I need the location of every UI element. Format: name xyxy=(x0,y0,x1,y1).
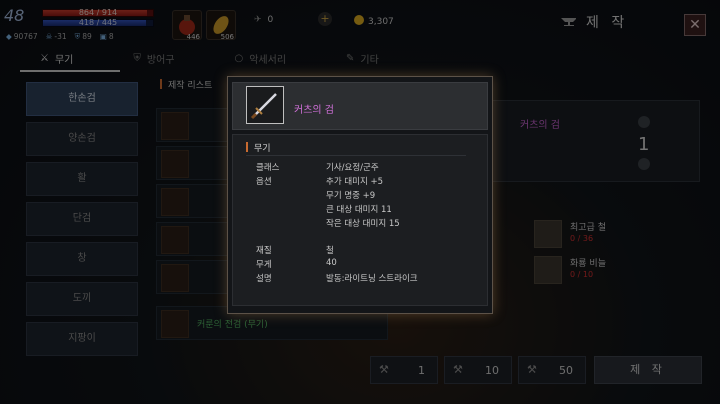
sword-graphic xyxy=(250,93,277,120)
description-value: 발동:라이트닝 스트라이크 xyxy=(326,274,418,284)
class-value: 기사/요정/군주 xyxy=(326,163,379,173)
tooltip-item-name: 커츠의 검 xyxy=(294,105,334,116)
weight-label: 무게 xyxy=(256,260,272,270)
material-value: 철 xyxy=(326,246,334,256)
sword-icon xyxy=(246,86,284,124)
material-label: 재질 xyxy=(256,246,272,256)
option-line: 추가 대미지 +5 xyxy=(326,177,384,187)
divider xyxy=(246,155,466,156)
weight-value: 40 xyxy=(326,258,337,268)
option-line: 큰 대상 대미지 11 xyxy=(326,205,392,215)
class-label: 클래스 xyxy=(256,163,280,173)
option-line: 작은 대상 대미지 15 xyxy=(326,219,400,229)
option-label: 옵션 xyxy=(256,177,272,187)
tooltip-category: 무기 xyxy=(246,141,271,154)
description-label: 설명 xyxy=(256,274,272,284)
option-line: 무기 명중 +9 xyxy=(326,191,376,201)
